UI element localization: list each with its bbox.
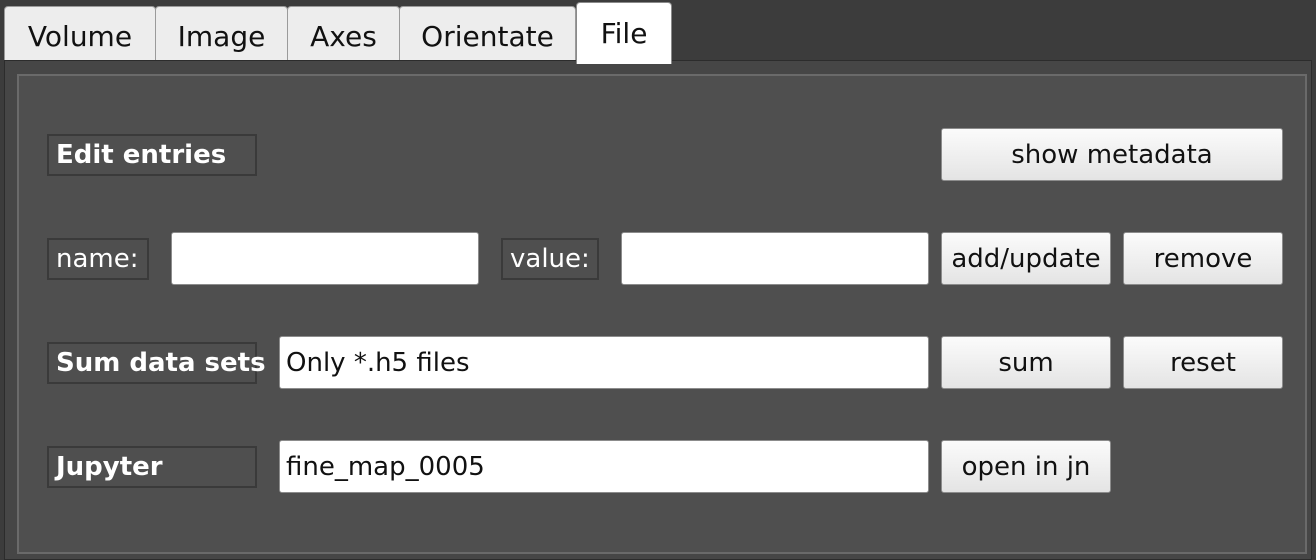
tab-image[interactable]: Image (155, 6, 288, 61)
remove-button[interactable]: remove (1123, 232, 1283, 285)
sum-files-input[interactable]: Only *.h5 files (279, 336, 929, 389)
open-in-jn-button[interactable]: open in jn (941, 440, 1111, 493)
tab-bar: Volume Image Axes Orientate File (0, 0, 1316, 64)
jupyter-heading: Jupyter (47, 446, 257, 488)
jupyter-notebook-input[interactable]: fine_map_0005 (279, 440, 929, 493)
tab-axes[interactable]: Axes (287, 6, 400, 61)
value-input[interactable] (621, 232, 929, 285)
sum-data-sets-heading: Sum data sets (47, 342, 266, 384)
show-metadata-button[interactable]: show metadata (941, 128, 1283, 181)
edit-entries-heading: Edit entries (47, 134, 257, 176)
value-label: value: (501, 238, 599, 280)
reset-button[interactable]: reset (1123, 336, 1283, 389)
name-input[interactable] (171, 232, 479, 285)
tab-file[interactable]: File (576, 2, 672, 64)
tab-volume[interactable]: Volume (4, 6, 156, 61)
add-update-button[interactable]: add/update (941, 232, 1111, 285)
sum-button[interactable]: sum (941, 336, 1111, 389)
tab-orientate[interactable]: Orientate (399, 6, 576, 61)
name-label: name: (47, 238, 149, 280)
